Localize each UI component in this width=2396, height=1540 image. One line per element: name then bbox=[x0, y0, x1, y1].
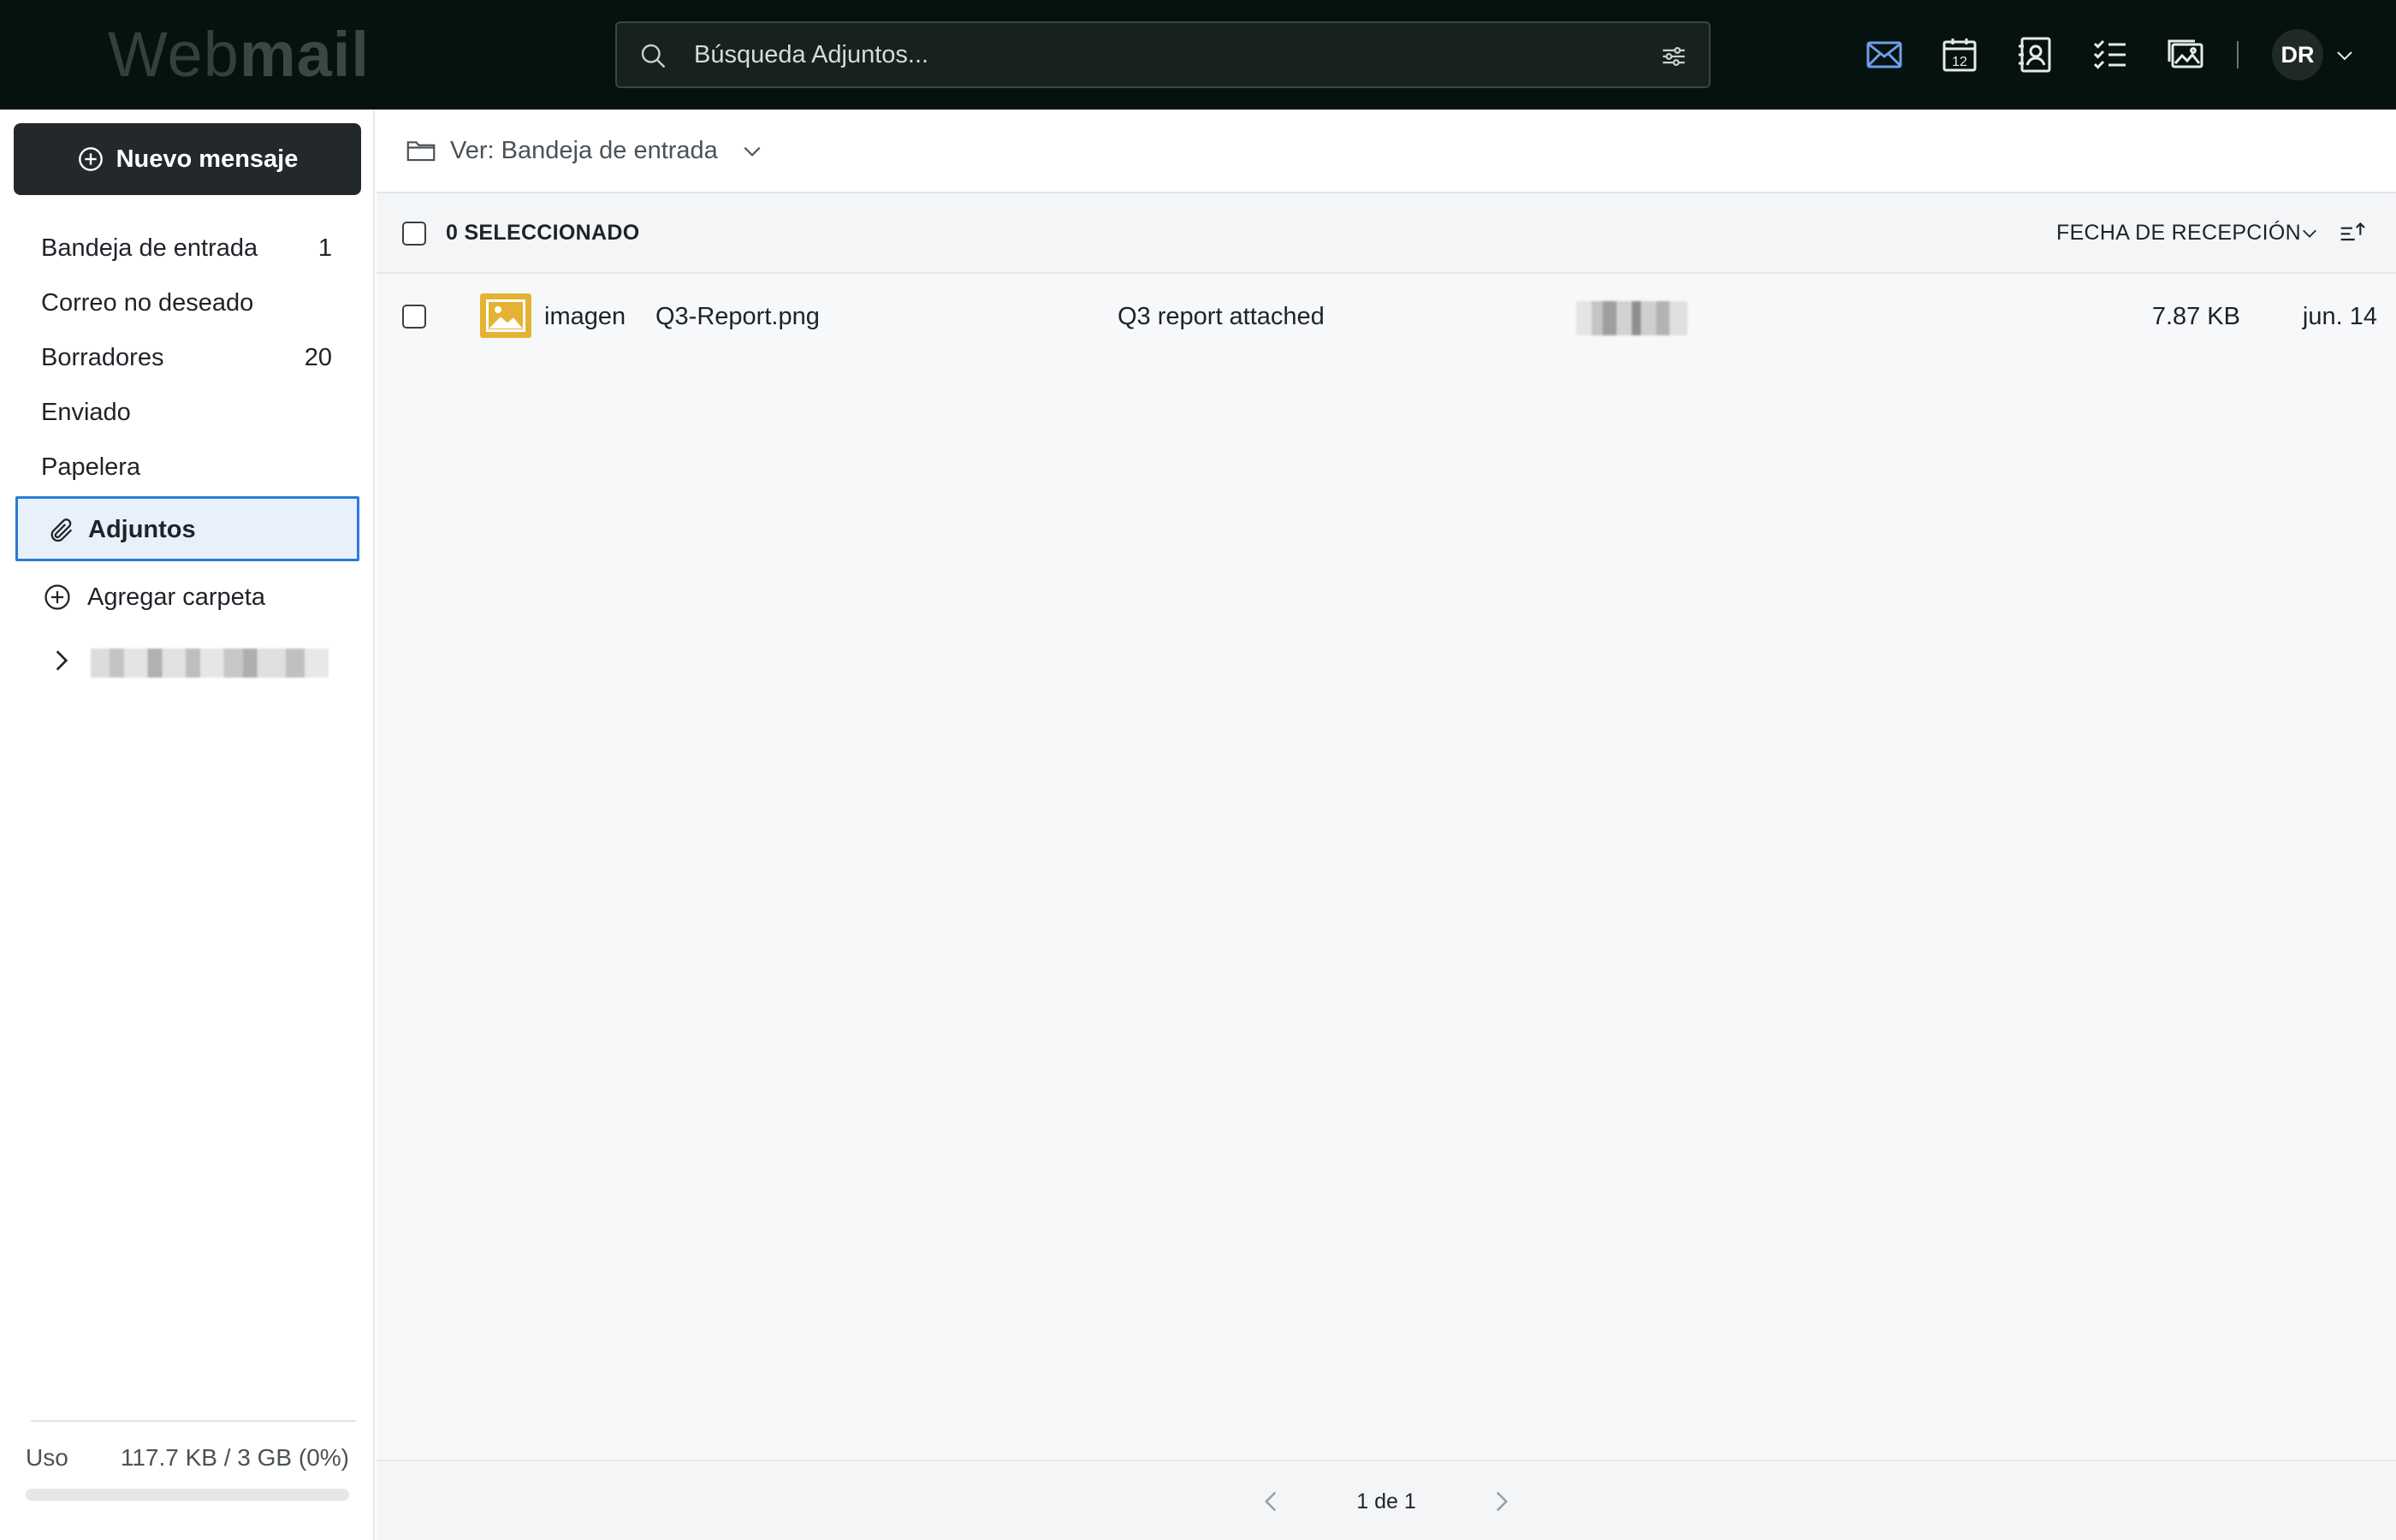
folder-sent[interactable]: Enviado bbox=[41, 394, 332, 431]
sort-direction-icon[interactable] bbox=[2339, 219, 2366, 246]
view-folder-dropdown[interactable]: Ver: Bandeja de entrada bbox=[450, 132, 718, 169]
attachments-pane: Ver: Bandeja de entrada 0 SELECCIONADO F… bbox=[377, 110, 2396, 1540]
filter-sliders-icon[interactable] bbox=[1659, 42, 1688, 71]
add-folder-button[interactable]: Agregar carpeta bbox=[43, 578, 265, 616]
attachment-date: jun. 14 bbox=[2302, 303, 2377, 330]
list-header: 0 SELECCIONADO FECHA DE RECEPCIÓN bbox=[377, 193, 2396, 274]
storage-progress-bar bbox=[26, 1489, 349, 1501]
tasks-icon[interactable] bbox=[2090, 34, 2131, 75]
sidebar-item-attachments[interactable]: Adjuntos bbox=[15, 496, 359, 561]
top-bar: Webmail 12 DR bbox=[0, 0, 2396, 110]
search-box bbox=[615, 21, 1711, 88]
attachment-subject: Q3 report attached bbox=[1118, 303, 1325, 330]
chevron-right-icon[interactable] bbox=[50, 647, 74, 674]
account-name-redacted[interactable] bbox=[91, 649, 329, 678]
storage-label: Uso bbox=[26, 1444, 68, 1471]
calendar-icon[interactable]: 12 bbox=[1939, 34, 1980, 75]
mail-icon[interactable] bbox=[1864, 34, 1905, 75]
selected-count-label: 0 SELECCIONADO bbox=[446, 221, 640, 245]
folder-label: Borradores bbox=[41, 344, 164, 371]
folder-inbox[interactable]: Bandeja de entrada 1 bbox=[41, 229, 332, 267]
row-checkbox[interactable] bbox=[402, 305, 426, 329]
calendar-day-number: 12 bbox=[1952, 55, 1967, 69]
search-icon bbox=[641, 44, 666, 68]
contacts-icon[interactable] bbox=[2014, 34, 2055, 75]
attachment-filename: Q3-Report.png bbox=[655, 303, 820, 330]
user-avatar[interactable]: DR bbox=[2272, 29, 2323, 80]
search-input[interactable] bbox=[694, 33, 1550, 76]
new-message-button[interactable]: Nuevo mensaje bbox=[14, 123, 361, 195]
chevron-left-icon[interactable] bbox=[1260, 1487, 1282, 1516]
photos-icon[interactable] bbox=[2165, 34, 2206, 75]
folder-label: Bandeja de entrada bbox=[41, 234, 258, 262]
chevron-down-icon[interactable] bbox=[2334, 46, 2355, 65]
view-bar: Ver: Bandeja de entrada bbox=[377, 110, 2396, 193]
image-file-icon bbox=[480, 293, 531, 338]
storage-value: 117.7 KB / 3 GB (0%) bbox=[120, 1444, 349, 1471]
attachment-type: imagen bbox=[544, 303, 626, 330]
logo-text-bold: mail bbox=[239, 19, 370, 90]
sender-redacted bbox=[1576, 301, 1687, 335]
folder-count: 1 bbox=[317, 234, 332, 262]
add-folder-label: Agregar carpeta bbox=[87, 583, 265, 611]
plus-circle-icon bbox=[44, 584, 70, 610]
storage-usage: Uso 117.7 KB / 3 GB (0%) bbox=[26, 1444, 349, 1478]
new-message-label: Nuevo mensaje bbox=[116, 145, 299, 173]
logo-text-light: Web bbox=[108, 19, 240, 90]
paperclip-icon bbox=[50, 518, 73, 542]
storage-divider bbox=[31, 1420, 356, 1422]
select-all-checkbox[interactable] bbox=[402, 222, 426, 246]
sidebar: Nuevo mensaje Bandeja de entrada 1 Corre… bbox=[0, 110, 375, 1540]
folder-label: Correo no deseado bbox=[41, 289, 254, 317]
webmail-logo[interactable]: Webmail bbox=[108, 22, 370, 87]
folder-spam[interactable]: Correo no deseado bbox=[41, 284, 332, 322]
pagination: 1 de 1 bbox=[377, 1460, 2396, 1540]
chevron-down-icon[interactable] bbox=[2300, 226, 2319, 241]
page-indicator: 1 de 1 bbox=[1356, 1490, 1416, 1513]
folder-icon bbox=[406, 141, 436, 162]
chevron-right-icon[interactable] bbox=[1491, 1487, 1513, 1516]
folder-label: Papelera bbox=[41, 453, 141, 481]
attachment-row[interactable]: imagen Q3-Report.png Q3 report attached … bbox=[377, 275, 2396, 358]
toolbar-separator bbox=[2237, 41, 2239, 68]
folder-label: Enviado bbox=[41, 399, 131, 426]
chevron-down-icon[interactable] bbox=[741, 142, 763, 161]
sort-field-dropdown[interactable]: FECHA DE RECEPCIÓN bbox=[2056, 217, 2301, 248]
folder-trash[interactable]: Papelera bbox=[41, 448, 332, 486]
folder-drafts[interactable]: Borradores 20 bbox=[41, 339, 332, 376]
plus-circle-icon bbox=[78, 147, 103, 171]
sidebar-item-label: Adjuntos bbox=[88, 516, 196, 543]
folder-count: 20 bbox=[304, 344, 332, 371]
